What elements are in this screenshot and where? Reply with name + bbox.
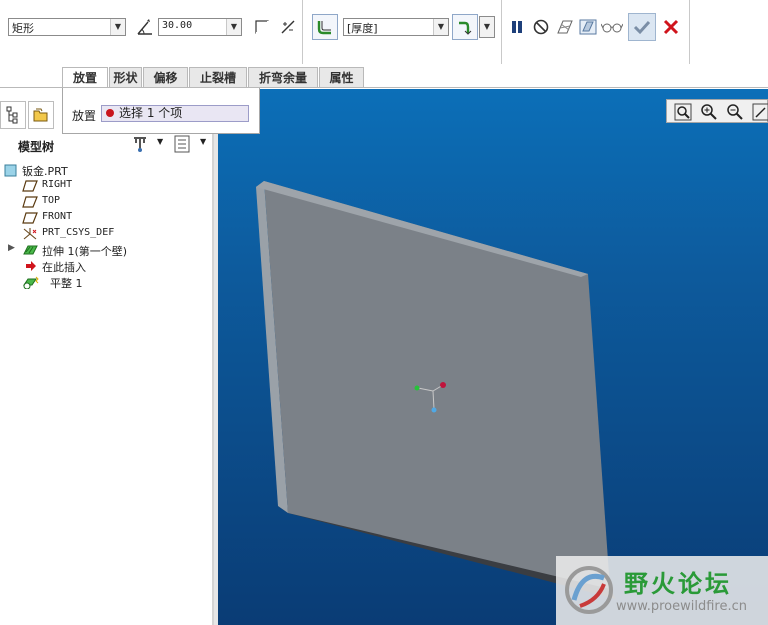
- flat-wall-icon: [22, 275, 39, 290]
- detached-preview-icon[interactable]: [577, 16, 599, 38]
- cancel-x-icon[interactable]: [660, 16, 682, 38]
- plate-front-face: [264, 181, 610, 589]
- tree-item-label: RIGHT: [42, 179, 73, 190]
- angle-icon: [134, 16, 156, 38]
- glasses-verify-icon[interactable]: [601, 16, 623, 38]
- watermark-title: 野火论坛: [624, 570, 732, 598]
- separator: [501, 0, 502, 64]
- tab-relief[interactable]: 止裂槽: [189, 67, 247, 87]
- tree-item-label: PRT_CSYS_DEF: [42, 227, 115, 238]
- required-dot-icon: [106, 109, 114, 117]
- tree-item-label: 在此插入: [42, 261, 86, 274]
- model-viewport: [256, 181, 616, 599]
- chevron-down-icon[interactable]: ▼: [433, 19, 448, 35]
- bend-radius-icon[interactable]: [312, 14, 338, 40]
- placement-collector[interactable]: 选择 1 个项: [101, 105, 249, 122]
- tree-item-label: FRONT: [42, 211, 73, 222]
- tree-item-label: 平整 1: [50, 277, 83, 290]
- watermark-logo-icon: [560, 560, 618, 623]
- extrude-wall-icon: [22, 243, 38, 257]
- zoom-out-icon[interactable]: [725, 102, 745, 122]
- no-preview-icon[interactable]: [530, 16, 552, 38]
- bend-edge-icon[interactable]: [251, 16, 273, 38]
- angle-field[interactable]: 30.00 ▼: [158, 18, 242, 36]
- tree-item-label: 拉伸 1(第一个壁): [42, 245, 128, 258]
- shape-type-select[interactable]: 矩形 ▼: [8, 18, 126, 36]
- expand-arrow-icon[interactable]: ▶: [8, 243, 15, 253]
- view-toolbar: [666, 99, 768, 123]
- tree-item-label: 钣金.PRT: [22, 165, 68, 178]
- chevron-down-icon[interactable]: ▼: [110, 19, 125, 35]
- zoom-refit-icon[interactable]: [673, 102, 693, 122]
- tab-placement[interactable]: 放置: [62, 67, 108, 89]
- chevron-down-icon[interactable]: ▼: [226, 19, 241, 35]
- placement-label: 放置: [72, 109, 97, 123]
- navigator-tabs: [0, 101, 60, 129]
- folder-browser-tab-icon[interactable]: [28, 101, 54, 129]
- forum-watermark: 野火论坛 www.proewildfire.cn: [556, 556, 768, 625]
- tree-columns-icon[interactable]: [174, 135, 190, 156]
- part-icon: [4, 163, 18, 177]
- collector-text: 选择 1 个项: [119, 106, 183, 120]
- datum-plane-icon: [22, 211, 38, 225]
- thickness-value: [厚度]: [347, 22, 378, 35]
- datum-plane-icon: [22, 195, 38, 209]
- navigator-panel: 模型树 ▼ ▼ 钣金.PRT RIGHT TOP FRONT PRT_CSYS_…: [0, 89, 214, 625]
- thickness-select[interactable]: [厚度] ▼: [343, 18, 449, 36]
- watermark-url: www.proewildfire.cn: [616, 599, 747, 614]
- separator: [302, 0, 303, 64]
- tree-settings-icon[interactable]: [130, 135, 150, 156]
- attached-preview-icon[interactable]: [554, 16, 576, 38]
- dashboard-tabs: 放置 形状 偏移 止裂槽 折弯余量 属性: [62, 67, 365, 89]
- pause-icon[interactable]: [506, 16, 528, 38]
- navigator-header: 模型树 ▼ ▼: [0, 133, 212, 155]
- angle-value: 30.00: [162, 20, 193, 31]
- csys-icon: [22, 227, 37, 241]
- bend-side-icon[interactable]: [452, 14, 478, 40]
- tab-shape[interactable]: 形状: [109, 67, 142, 87]
- chevron-down-icon[interactable]: ▼: [200, 137, 206, 146]
- tab-properties[interactable]: 属性: [319, 67, 364, 87]
- tab-offset[interactable]: 偏移: [143, 67, 188, 87]
- flip-side-icon[interactable]: [277, 16, 299, 38]
- model-tree-tab-icon[interactable]: [0, 101, 26, 129]
- accept-check-icon[interactable]: [628, 13, 656, 41]
- bend-side-dropdown[interactable]: ▼: [479, 16, 495, 38]
- chevron-down-icon[interactable]: ▼: [157, 137, 163, 146]
- zoom-in-icon[interactable]: [699, 102, 719, 122]
- graphics-window[interactable]: [218, 89, 768, 625]
- tab-bend-allowance[interactable]: 折弯余量: [248, 67, 318, 87]
- insert-here-arrow-icon: [24, 259, 38, 273]
- tree-item-label: TOP: [42, 195, 61, 206]
- separator: [689, 0, 690, 64]
- model-tree-title: 模型树: [18, 140, 55, 154]
- reorient-icon[interactable]: [751, 102, 768, 122]
- placement-panel: 放置 选择 1 个项: [62, 88, 260, 134]
- feature-dashboard: 矩形 ▼ 30.00 ▼ [厚度] ▼ ▼ 放置 形状 偏移 止裂槽 折弯余量 …: [0, 0, 768, 89]
- chevron-down-icon[interactable]: ▼: [480, 17, 494, 37]
- datum-plane-icon: [22, 179, 38, 193]
- shape-type-value: 矩形: [12, 22, 34, 35]
